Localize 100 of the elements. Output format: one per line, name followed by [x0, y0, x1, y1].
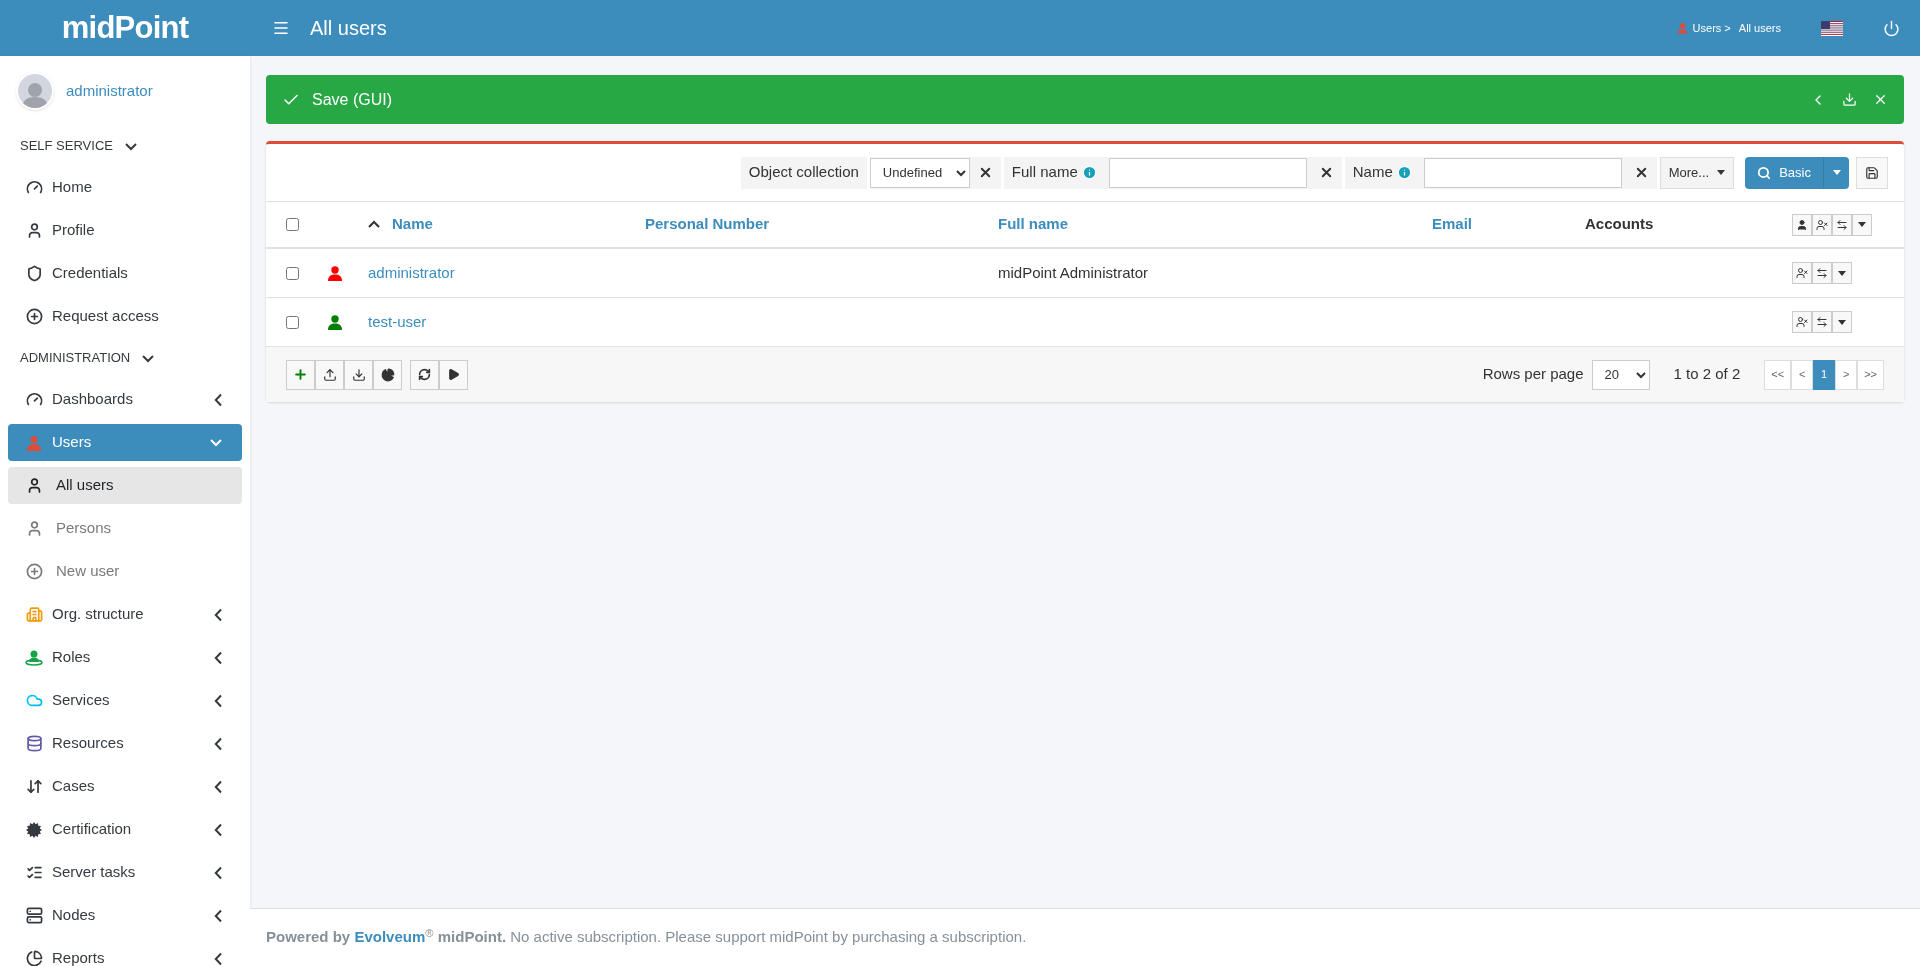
chevron-left-icon	[215, 694, 222, 707]
report-button[interactable]	[373, 359, 402, 390]
section-header[interactable]: SELF SERVICE	[0, 126, 250, 166]
pie-chart-icon	[25, 950, 43, 966]
sync-button[interactable]	[1832, 213, 1852, 236]
caret-icon	[1858, 222, 1866, 227]
add-button[interactable]	[286, 359, 315, 390]
page-button[interactable]: >	[1835, 359, 1858, 390]
close-icon[interactable]	[1873, 92, 1888, 107]
dropdown-button[interactable]	[1832, 311, 1852, 333]
more-button[interactable]: More...	[1659, 156, 1735, 189]
flag-icon[interactable]	[1821, 20, 1843, 36]
sidebar-subitem[interactable]: New user	[8, 553, 242, 590]
chevron-left-icon	[215, 608, 222, 621]
sidebar-item[interactable]: Home	[8, 169, 242, 206]
sidebar-item[interactable]: Cases	[8, 768, 242, 805]
filter-input[interactable]	[1108, 157, 1307, 188]
arrows-icon	[1816, 316, 1828, 328]
chevron-down-icon	[142, 354, 155, 362]
person-off-icon	[1796, 316, 1808, 328]
search-button[interactable]: Basic	[1745, 156, 1823, 189]
sidebar-item[interactable]: Dashboards	[8, 381, 242, 418]
sidebar-item[interactable]: Request access	[8, 298, 242, 335]
company-link[interactable]: Evolveum	[354, 928, 426, 946]
menu-icon[interactable]	[272, 19, 290, 37]
user-name[interactable]: administrator	[66, 79, 153, 103]
upload-icon	[322, 367, 337, 382]
chevron-left-icon	[215, 393, 222, 406]
sidebar-subitem[interactable]: All users	[8, 467, 242, 504]
row-checkbox[interactable]	[285, 315, 299, 329]
sidebar-item[interactable]: Roles	[8, 639, 242, 676]
power-icon[interactable]	[1883, 19, 1900, 37]
person-off-icon	[1816, 218, 1828, 231]
plus-circle-icon	[25, 308, 43, 325]
chevron-left-icon	[215, 651, 222, 664]
chevron-left-icon	[215, 952, 222, 965]
sidebar-item[interactable]: Reports	[8, 940, 242, 966]
sidebar-item[interactable]: Users	[8, 424, 242, 461]
breadcrumb-current: All users	[1738, 20, 1781, 36]
sync-button[interactable]	[1812, 262, 1832, 284]
sidebar-item[interactable]: Credentials	[8, 255, 242, 292]
sidebar-item[interactable]: Certification	[8, 811, 242, 848]
caret-icon	[1838, 319, 1846, 325]
column-header[interactable]: Personal Number	[637, 213, 990, 236]
person-off-button[interactable]	[1812, 213, 1832, 236]
page-button[interactable]: <	[1791, 359, 1814, 390]
person-off-icon	[1796, 267, 1808, 279]
arrows-icon	[1816, 267, 1828, 279]
sidebar-item[interactable]: Org. structure	[8, 596, 242, 633]
save-button[interactable]	[1856, 156, 1888, 189]
plus-icon	[293, 367, 308, 382]
search-icon	[1757, 165, 1772, 180]
person-icon	[1796, 218, 1808, 231]
page-range: 1 to 2 of 2	[1673, 364, 1741, 385]
caret-icon	[1717, 170, 1726, 175]
user-link[interactable]: test-user	[368, 312, 427, 330]
checklist-icon	[25, 864, 43, 881]
dropdown-button[interactable]	[1832, 262, 1852, 284]
plus-circle-icon	[25, 563, 43, 580]
person-off-button[interactable]	[1792, 262, 1812, 284]
refresh-button[interactable]	[410, 359, 439, 390]
rows-per-page-label: Rows per page	[1482, 364, 1584, 385]
chevron-left-icon	[215, 866, 222, 879]
page-title: All users	[310, 16, 387, 41]
rows-per-page-select[interactable]: 20	[1591, 359, 1650, 390]
select-all-checkbox[interactable]	[285, 218, 299, 231]
arrows-icon	[25, 778, 43, 795]
sidebar-subitem[interactable]: Persons	[8, 510, 242, 547]
column-header[interactable]: Full name	[990, 213, 1424, 236]
download-icon[interactable]	[1842, 92, 1857, 107]
sidebar-item[interactable]: Profile	[8, 212, 242, 249]
column-header[interactable]: Name	[352, 213, 637, 236]
dropdown-button[interactable]	[1852, 213, 1872, 236]
upload-button[interactable]	[315, 359, 344, 390]
caret-icon	[1838, 270, 1846, 276]
sidebar-item[interactable]: Server tasks	[8, 854, 242, 891]
person-button[interactable]	[1792, 213, 1812, 236]
seal-icon	[26, 821, 42, 838]
filter-input[interactable]	[1423, 157, 1622, 188]
breadcrumb-link[interactable]: Users >	[1692, 19, 1731, 37]
success-message: Save (GUI)	[266, 75, 1904, 124]
row-checkbox[interactable]	[285, 266, 299, 280]
collection-select[interactable]: Undefined	[869, 157, 970, 188]
page-button[interactable]: 1	[1813, 359, 1836, 390]
sidebar-item[interactable]: Resources	[8, 725, 242, 762]
logo[interactable]: midPoint	[61, 4, 189, 52]
sidebar-item[interactable]: Nodes	[8, 897, 242, 934]
column-header[interactable]: Email	[1424, 213, 1577, 236]
download-button[interactable]	[344, 359, 373, 390]
sync-button[interactable]	[1812, 311, 1832, 333]
sidebar-item[interactable]: Services	[8, 682, 242, 719]
page-button[interactable]: <<	[1764, 359, 1792, 390]
save-icon	[1865, 165, 1879, 180]
run-button[interactable]	[439, 359, 468, 390]
user-link[interactable]: administrator	[368, 263, 455, 281]
caret-icon	[1832, 170, 1841, 175]
person-off-button[interactable]	[1792, 311, 1812, 333]
section-header[interactable]: ADMINISTRATION	[0, 338, 250, 378]
sort-icon	[368, 221, 380, 228]
page-button[interactable]: >>	[1857, 359, 1884, 390]
